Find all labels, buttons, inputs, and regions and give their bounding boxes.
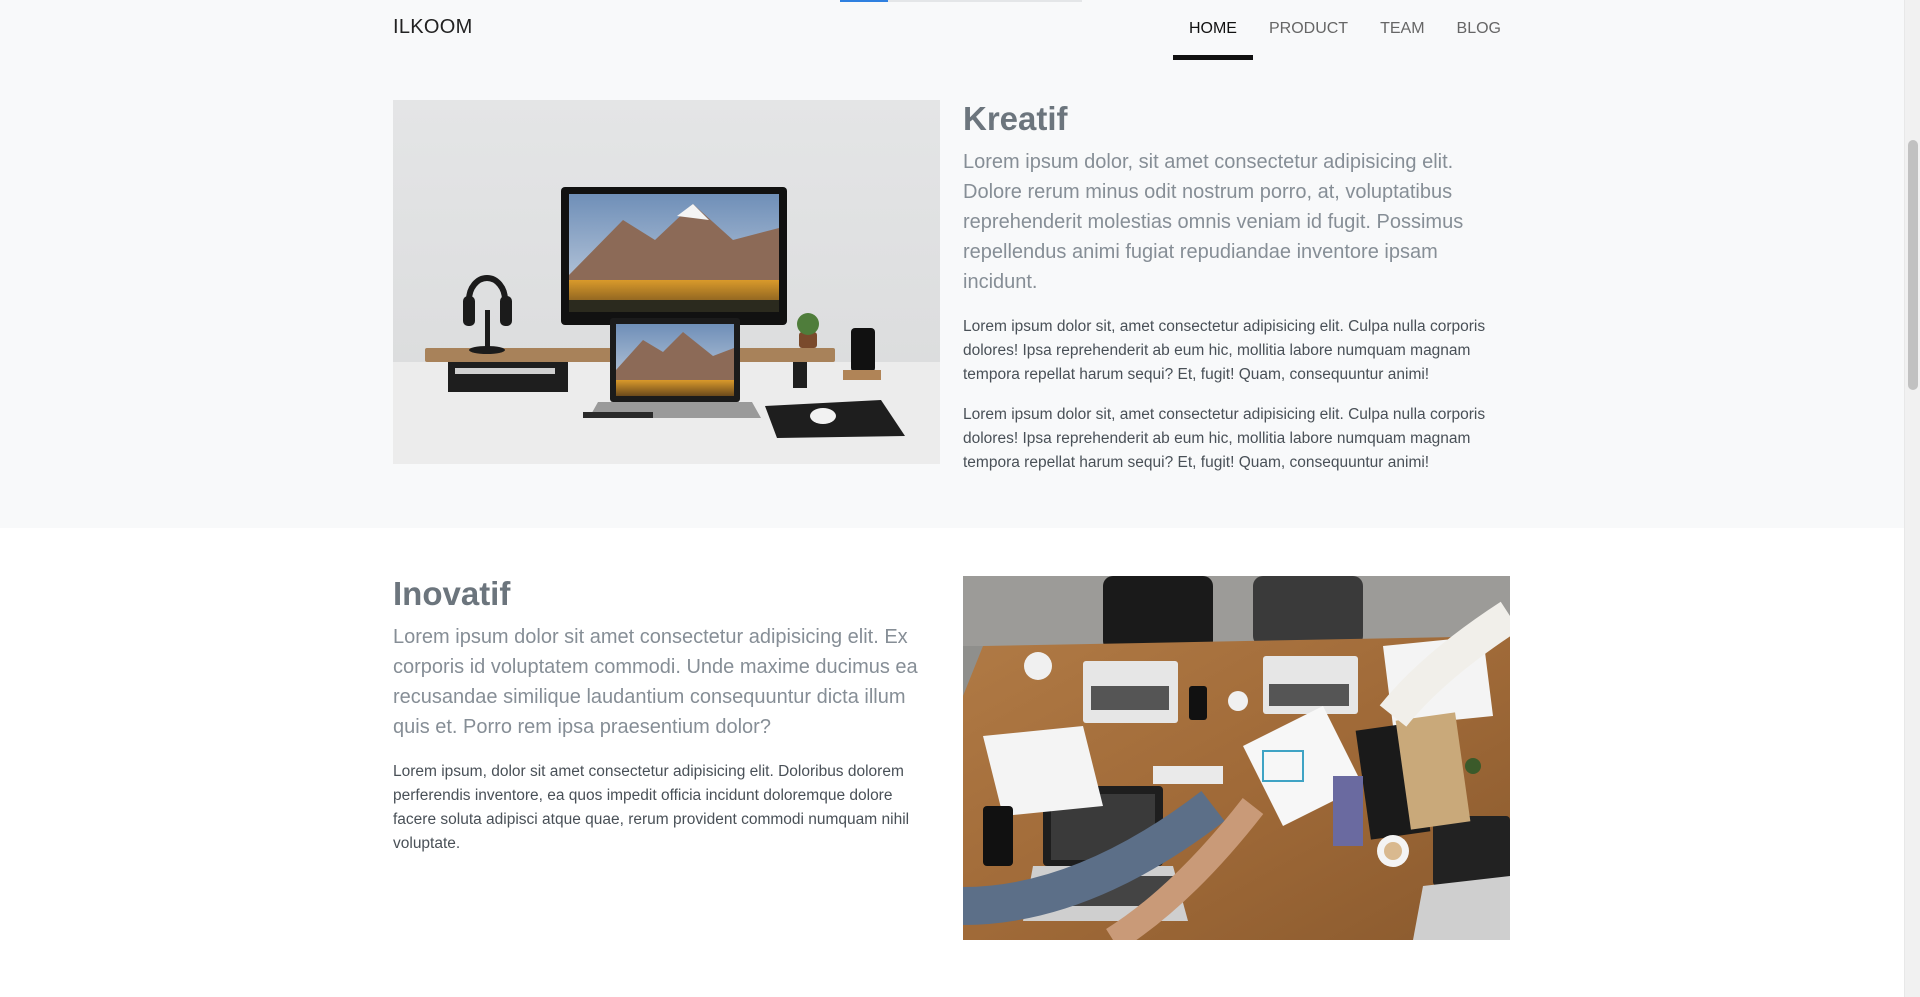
nav-link-blog[interactable]: BLOG bbox=[1441, 0, 1517, 62]
kreatif-paragraph-1: Lorem ipsum dolor sit, amet consectetur … bbox=[963, 317, 1486, 383]
page-scrollbar[interactable] bbox=[1904, 0, 1920, 997]
kreatif-content: Kreatif Lorem ipsum dolor, sit amet cons… bbox=[963, 99, 1509, 491]
scroll-progress-fill bbox=[840, 0, 889, 2]
inovatif-content: Inovatif Lorem ipsum dolor sit amet cons… bbox=[393, 574, 939, 872]
nav-link-team[interactable]: TEAM bbox=[1364, 0, 1440, 62]
scrollbar-thumb[interactable] bbox=[1908, 140, 1918, 390]
team-meeting-image bbox=[963, 576, 1510, 940]
scroll-progress-bar bbox=[840, 0, 1082, 2]
nav-link-home[interactable]: HOME bbox=[1172, 0, 1253, 62]
kreatif-lead: Lorem ipsum dolor, sit amet consectetur … bbox=[963, 150, 1464, 293]
inovatif-paragraph-1: Lorem ipsum, dolor sit amet consectetur … bbox=[393, 762, 910, 852]
kreatif-title: Kreatif bbox=[963, 100, 1068, 137]
navbar: ILKOOM HOME PRODUCT TEAM BLOG bbox=[0, 0, 1904, 62]
section-inovatif: Inovatif Lorem ipsum dolor sit amet cons… bbox=[0, 528, 1904, 997]
nav-link-product[interactable]: PRODUCT bbox=[1253, 0, 1364, 62]
desk-workspace-image bbox=[393, 100, 940, 464]
nav-menu: HOME PRODUCT TEAM BLOG bbox=[1172, 0, 1517, 62]
inovatif-title: Inovatif bbox=[393, 575, 511, 612]
section-kreatif: Kreatif Lorem ipsum dolor, sit amet cons… bbox=[0, 62, 1904, 528]
inovatif-lead: Lorem ipsum dolor sit amet consectetur a… bbox=[393, 625, 918, 738]
brand-logo[interactable]: ILKOOM bbox=[393, 16, 473, 39]
kreatif-paragraph-2: Lorem ipsum dolor sit, amet consectetur … bbox=[963, 405, 1486, 471]
